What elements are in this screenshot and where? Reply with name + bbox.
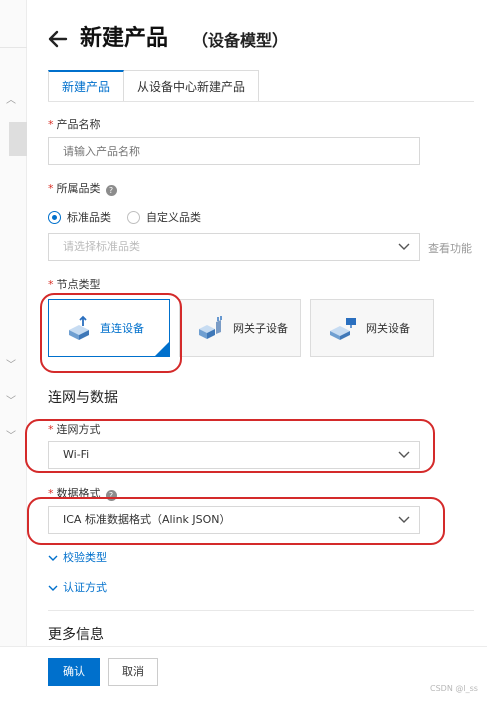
radio-label: 自定义品类 bbox=[146, 211, 201, 224]
gateway-device-icon bbox=[330, 318, 356, 340]
verify-type-label: 校验类型 bbox=[63, 551, 107, 564]
section-divider bbox=[48, 610, 474, 611]
node-type-label: * 节点类型 bbox=[48, 278, 101, 291]
radio-custom-category[interactable] bbox=[127, 210, 140, 224]
more-info-title: 更多信息 bbox=[48, 627, 104, 643]
verify-type-toggle[interactable]: 校验类型 bbox=[48, 551, 107, 565]
tab-new-product[interactable]: 新建产品 bbox=[48, 70, 125, 102]
view-features-link[interactable]: 查看功能 bbox=[428, 240, 472, 256]
network-section-title: 连网与数据 bbox=[48, 390, 118, 406]
cancel-button[interactable]: 取消 bbox=[108, 658, 158, 686]
annotation-circle-network-method bbox=[25, 419, 435, 473]
tab-from-device-center[interactable]: 从设备中心新建产品 bbox=[124, 70, 260, 102]
auth-method-label: 认证方式 bbox=[63, 581, 107, 594]
product-name-label: * 产品名称 bbox=[48, 118, 101, 131]
tab-divider bbox=[48, 101, 474, 102]
confirm-button[interactable]: 确认 bbox=[48, 658, 100, 686]
product-name-input[interactable] bbox=[48, 137, 420, 165]
strip-selected-block bbox=[9, 122, 27, 156]
radio-standard-category[interactable] bbox=[48, 210, 61, 224]
category-label: * 所属品类? bbox=[48, 182, 117, 196]
strip-divider bbox=[0, 47, 27, 48]
radio-label: 标准品类 bbox=[67, 211, 111, 224]
back-arrow-icon[interactable] bbox=[46, 24, 68, 54]
auth-method-toggle[interactable]: 认证方式 bbox=[48, 581, 107, 595]
required-mark: * bbox=[48, 278, 54, 291]
required-mark: * bbox=[48, 118, 54, 131]
chevron-down-icon bbox=[48, 585, 58, 591]
annotation-circle-data-format bbox=[27, 497, 445, 545]
node-card-gateway-device[interactable]: 网关设备 bbox=[310, 299, 434, 357]
category-select-placeholder: 请选择标准品类 bbox=[63, 240, 140, 253]
tab-bar: 新建产品 从设备中心新建产品 bbox=[48, 70, 260, 102]
annotation-circle-node-type bbox=[40, 293, 182, 373]
help-icon[interactable]: ? bbox=[105, 185, 117, 196]
page-subtitle: （设备模型） bbox=[192, 31, 289, 50]
page-title: 新建产品 bbox=[80, 26, 169, 51]
category-select[interactable]: 请选择标准品类 bbox=[48, 233, 420, 261]
gateway-subdevice-icon bbox=[199, 316, 222, 339]
watermark: CSDN @l_ss bbox=[430, 684, 478, 693]
background-page-strip: ︿ ﹀ ﹀ ﹀ bbox=[0, 0, 27, 701]
chevron-down-icon bbox=[48, 555, 58, 561]
node-card-label: 网关设备 bbox=[366, 322, 410, 335]
chevron-up-icon[interactable]: ︿ bbox=[6, 96, 16, 106]
chevron-down-icon[interactable]: ﹀ bbox=[6, 432, 16, 442]
chevron-down-icon bbox=[398, 243, 410, 250]
node-card-gateway-subdevice[interactable]: 网关子设备 bbox=[179, 299, 301, 357]
required-mark: * bbox=[48, 182, 54, 195]
category-radio-group: 标准品类 自定义品类 bbox=[48, 209, 217, 225]
node-card-label: 网关子设备 bbox=[233, 322, 288, 335]
chevron-down-icon[interactable]: ﹀ bbox=[6, 361, 16, 371]
chevron-down-icon[interactable]: ﹀ bbox=[6, 397, 16, 407]
